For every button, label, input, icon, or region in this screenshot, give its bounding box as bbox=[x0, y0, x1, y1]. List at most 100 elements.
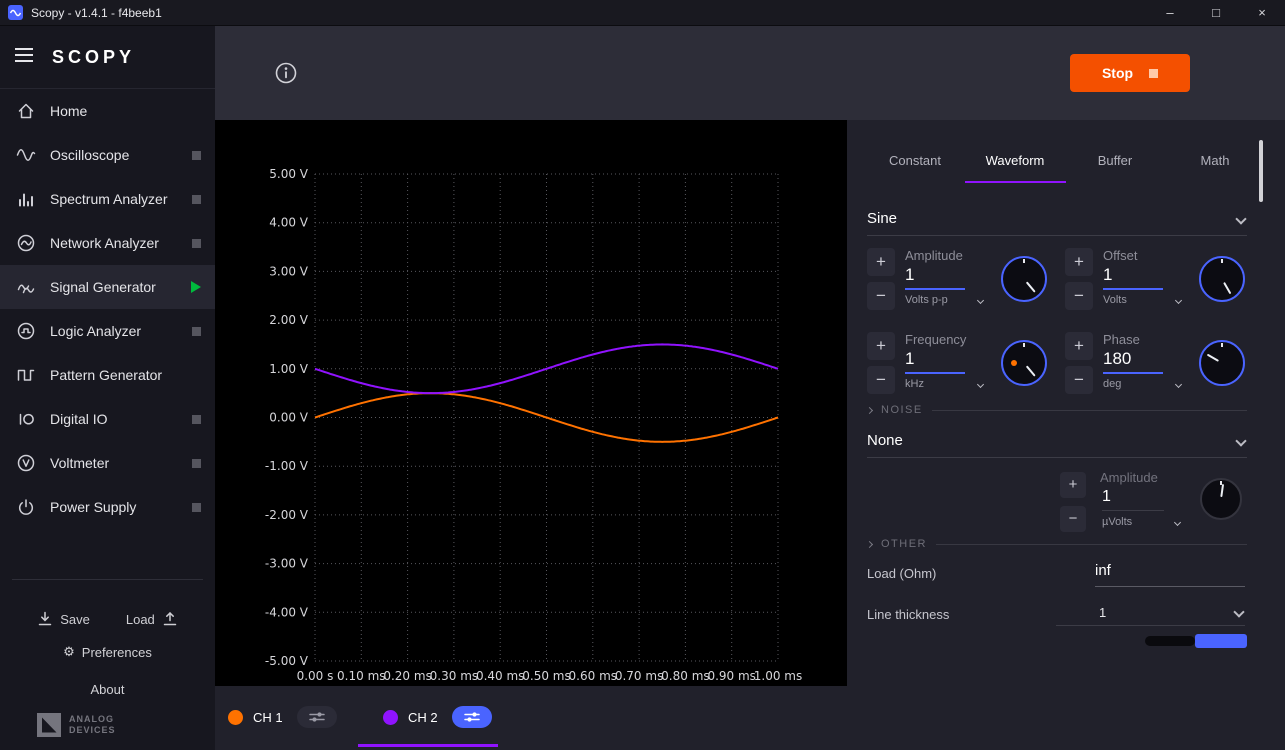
noise-amplitude-knob[interactable] bbox=[1200, 478, 1242, 520]
offset-control: + − Offset 1 Volts bbox=[1065, 248, 1249, 314]
preferences-button[interactable]: ⚙ Preferences bbox=[0, 644, 215, 660]
about-button[interactable]: About bbox=[0, 682, 215, 697]
sidebar-item-signal-generator[interactable]: Signal Generator bbox=[0, 265, 215, 309]
chevron-down-icon[interactable] bbox=[1233, 606, 1244, 617]
noise-amplitude-value[interactable]: 1 bbox=[1102, 488, 1111, 506]
frequency-unit: kHz bbox=[905, 378, 924, 390]
offset-knob[interactable] bbox=[1199, 256, 1245, 302]
sidebar-item-digital-io[interactable]: Digital IO bbox=[0, 397, 215, 441]
save-download-icon bbox=[36, 610, 54, 628]
offset-value[interactable]: 1 bbox=[1103, 265, 1112, 285]
network-analyzer-icon bbox=[16, 233, 38, 253]
sidebar-item-label: Network Analyzer bbox=[50, 235, 189, 251]
brand-line1: ANALOG bbox=[69, 714, 116, 725]
channel-1-settings-button[interactable] bbox=[297, 706, 337, 728]
sidebar-item-home[interactable]: Home bbox=[0, 89, 215, 133]
maximize-button[interactable]: □ bbox=[1193, 0, 1239, 26]
thickness-slider[interactable] bbox=[1145, 634, 1247, 648]
load-ohm-input[interactable]: inf bbox=[1095, 562, 1111, 579]
other-section-header[interactable]: OTHER bbox=[867, 538, 1247, 550]
spectrum-analyzer-icon bbox=[16, 189, 38, 209]
sidebar-item-power-supply[interactable]: Power Supply bbox=[0, 485, 215, 529]
frequency-increment-button[interactable]: + bbox=[867, 332, 895, 360]
tab-waveform[interactable]: Waveform bbox=[965, 140, 1065, 182]
save-button[interactable]: Save bbox=[36, 610, 90, 628]
amplitude-unit-select[interactable]: Volts p-p bbox=[905, 294, 983, 306]
stop-indicator bbox=[189, 459, 201, 468]
channel-2-tab[interactable]: CH 2 bbox=[383, 706, 492, 728]
sidebar-item-pattern-generator[interactable]: Pattern Generator bbox=[0, 353, 215, 397]
sidebar-item-label: Signal Generator bbox=[50, 279, 189, 295]
line-thickness-value[interactable]: 1 bbox=[1099, 605, 1106, 620]
noise-amplitude-increment-button[interactable]: + bbox=[1060, 472, 1086, 498]
signal-generator-panel: Constant Waveform Buffer Math Sine + − A… bbox=[847, 120, 1285, 686]
offset-label: Offset bbox=[1103, 248, 1137, 263]
sidebar-item-spectrum-analyzer[interactable]: Spectrum Analyzer bbox=[0, 177, 215, 221]
noise-section-header[interactable]: NOISE bbox=[867, 404, 1247, 416]
voltmeter-icon bbox=[16, 453, 38, 473]
scrollbar-thumb[interactable] bbox=[1259, 140, 1263, 202]
noise-amplitude-unit-select[interactable]: µVolts bbox=[1102, 516, 1180, 528]
noise-type-select[interactable]: None bbox=[867, 428, 1247, 458]
chevron-down-icon bbox=[1235, 435, 1246, 446]
noise-amplitude-control: + − Amplitude 1 µVolts bbox=[1052, 472, 1272, 536]
frequency-decrement-button[interactable]: − bbox=[867, 366, 895, 394]
sidebar-item-logic-analyzer[interactable]: Logic Analyzer bbox=[0, 309, 215, 353]
svg-text:-1.00 V: -1.00 V bbox=[265, 459, 309, 473]
phase-control: + − Phase 180 deg bbox=[1065, 332, 1249, 398]
sliders-icon bbox=[463, 711, 481, 723]
phase-unit-select[interactable]: deg bbox=[1103, 378, 1181, 390]
noise-section-label: NOISE bbox=[881, 404, 923, 416]
frequency-unit-select[interactable]: kHz bbox=[905, 378, 983, 390]
offset-decrement-button[interactable]: − bbox=[1065, 282, 1093, 310]
phase-unit: deg bbox=[1103, 378, 1121, 390]
run-stop-button[interactable]: Stop bbox=[1070, 54, 1190, 92]
sidebar-item-label: Home bbox=[50, 103, 189, 119]
amplitude-increment-button[interactable]: + bbox=[867, 248, 895, 276]
signal-generator-icon bbox=[16, 277, 38, 297]
stop-indicator bbox=[189, 151, 201, 160]
sidebar-item-label: Voltmeter bbox=[50, 455, 189, 471]
waveform-type-select[interactable]: Sine bbox=[867, 206, 1247, 236]
amplitude-knob[interactable] bbox=[1001, 256, 1047, 302]
chevron-down-icon bbox=[1235, 213, 1246, 224]
tab-math[interactable]: Math bbox=[1165, 140, 1265, 182]
svg-text:0.20 ms: 0.20 ms bbox=[383, 669, 431, 683]
channel-1-tab[interactable]: CH 1 bbox=[228, 706, 337, 728]
load-button[interactable]: Load bbox=[126, 610, 179, 628]
load-ohm-label: Load (Ohm) bbox=[867, 566, 936, 581]
phase-decrement-button[interactable]: − bbox=[1065, 366, 1093, 394]
phase-value[interactable]: 180 bbox=[1103, 349, 1131, 369]
close-button[interactable]: × bbox=[1239, 0, 1285, 26]
slider-handle[interactable] bbox=[1195, 634, 1247, 648]
minimize-button[interactable]: – bbox=[1147, 0, 1193, 26]
noise-amplitude-decrement-button[interactable]: − bbox=[1060, 506, 1086, 532]
plot-canvas: 5.00 V4.00 V3.00 V2.00 V1.00 V0.00 V-1.0… bbox=[215, 120, 847, 686]
phase-increment-button[interactable]: + bbox=[1065, 332, 1093, 360]
logic-analyzer-icon bbox=[16, 321, 38, 341]
svg-text:0.40 ms: 0.40 ms bbox=[476, 669, 524, 683]
frequency-underline bbox=[905, 372, 965, 374]
digital-io-icon bbox=[16, 409, 38, 429]
sidebar-item-voltmeter[interactable]: Voltmeter bbox=[0, 441, 215, 485]
sidebar-item-oscilloscope[interactable]: Oscilloscope bbox=[0, 133, 215, 177]
frequency-value[interactable]: 1 bbox=[905, 349, 914, 369]
amplitude-decrement-button[interactable]: − bbox=[867, 282, 895, 310]
phase-knob[interactable] bbox=[1199, 340, 1245, 386]
svg-text:-4.00 V: -4.00 V bbox=[265, 605, 309, 619]
amplitude-label: Amplitude bbox=[905, 248, 963, 263]
tab-constant[interactable]: Constant bbox=[865, 140, 965, 182]
pattern-generator-icon bbox=[16, 365, 38, 385]
frequency-knob[interactable] bbox=[1001, 340, 1047, 386]
running-indicator bbox=[189, 281, 201, 293]
channel-2-settings-button[interactable] bbox=[452, 706, 492, 728]
amplitude-value[interactable]: 1 bbox=[905, 265, 914, 285]
hamburger-menu-icon[interactable] bbox=[14, 47, 34, 68]
sidebar-item-network-analyzer[interactable]: Network Analyzer bbox=[0, 221, 215, 265]
offset-increment-button[interactable]: + bbox=[1065, 248, 1093, 276]
preferences-label: Preferences bbox=[82, 645, 152, 660]
offset-unit-select[interactable]: Volts bbox=[1103, 294, 1181, 306]
channel-bar: CH 1 CH 2 bbox=[215, 686, 1285, 750]
tab-buffer[interactable]: Buffer bbox=[1065, 140, 1165, 182]
info-button[interactable] bbox=[275, 62, 297, 84]
